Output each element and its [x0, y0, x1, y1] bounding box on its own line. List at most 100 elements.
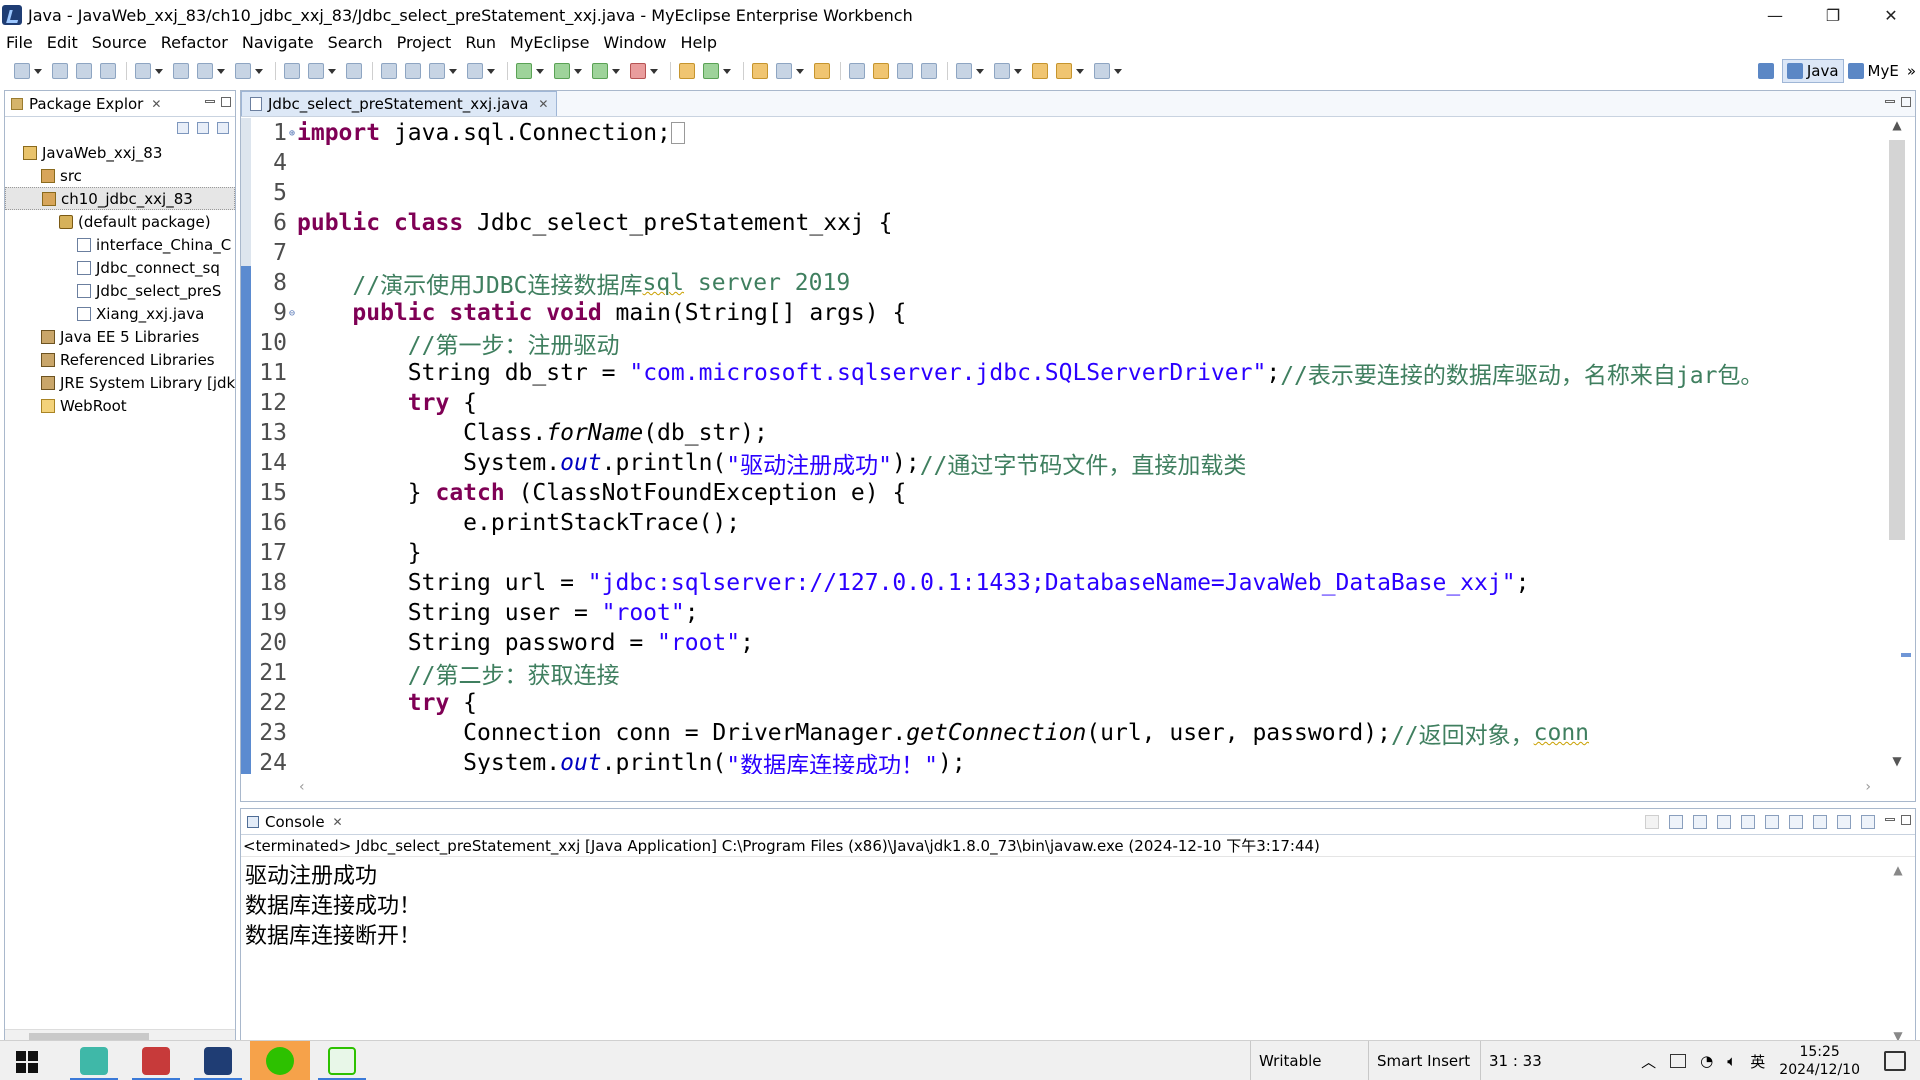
deploy-icon[interactable]	[197, 63, 213, 79]
new-class-dropdown-icon[interactable]	[449, 68, 457, 74]
java-perspective-button[interactable]: Java	[1781, 59, 1844, 83]
back-icon[interactable]	[1056, 63, 1072, 79]
show-on-stdout-icon[interactable]	[1765, 815, 1779, 829]
toggle-block-selection-icon[interactable]	[897, 63, 913, 79]
taskbar-app-myeclipse[interactable]	[188, 1041, 248, 1080]
restore-button[interactable]: ❐	[1804, 0, 1862, 30]
menu-run[interactable]: Run	[465, 33, 496, 52]
tree-node[interactable]: src	[5, 164, 235, 187]
menu-myeclipse[interactable]: MyEclipse	[510, 33, 589, 52]
minimize-view-icon[interactable]	[1885, 100, 1895, 103]
show-on-stderr-icon[interactable]	[1789, 815, 1803, 829]
terminal-icon[interactable]	[467, 63, 483, 79]
tree-node[interactable]: (default package)	[5, 210, 235, 233]
show-hidden-icons-chevron-icon[interactable]: ︿	[1641, 1051, 1656, 1072]
open-type-icon[interactable]	[284, 63, 300, 79]
notification-center-icon[interactable]	[1884, 1051, 1906, 1071]
menu-edit[interactable]: Edit	[47, 33, 78, 52]
toggle-breadcrumb-icon[interactable]	[849, 63, 865, 79]
tree-node[interactable]: JavaWeb_xxj_83	[5, 141, 235, 164]
remove-launch-icon[interactable]	[1669, 815, 1683, 829]
minimize-view-icon[interactable]	[1885, 818, 1895, 821]
close-button[interactable]: ✕	[1862, 0, 1920, 30]
tree-node[interactable]: Referenced Libraries	[5, 348, 235, 371]
menu-window[interactable]: Window	[603, 33, 666, 52]
minimize-button[interactable]: —	[1746, 0, 1804, 30]
new-project-dropdown-icon[interactable]	[155, 68, 163, 74]
collapse-all-icon[interactable]	[177, 122, 189, 134]
clock[interactable]: 15:25 2024/12/10	[1779, 1043, 1860, 1079]
new-java-class-icon[interactable]	[703, 63, 719, 79]
search-icon[interactable]	[776, 63, 792, 79]
editor-hscroll[interactable]: ‹ ›	[241, 775, 1881, 801]
next-annotation-dropdown-icon[interactable]	[976, 68, 984, 74]
server-icon[interactable]	[173, 63, 189, 79]
maximize-view-icon[interactable]	[221, 97, 231, 107]
run-dropdown-icon[interactable]	[574, 68, 582, 74]
myeclipse-perspective-button[interactable]: MyE	[1844, 59, 1903, 83]
coverage-dropdown-icon[interactable]	[612, 68, 620, 74]
external-tools-dropdown-icon[interactable]	[650, 68, 658, 74]
new-icon[interactable]	[14, 63, 30, 79]
menu-project[interactable]: Project	[397, 33, 452, 52]
show-whitespace-icon[interactable]	[921, 63, 937, 79]
external-tools-icon[interactable]	[630, 63, 646, 79]
forward-icon[interactable]	[1094, 63, 1110, 79]
ime-indicator[interactable]: 英	[1750, 1051, 1765, 1072]
coverage-icon[interactable]	[592, 63, 608, 79]
menu-navigate[interactable]: Navigate	[242, 33, 314, 52]
editor-tab-active[interactable]: Jdbc_select_preStatement_xxj.java ✕	[241, 91, 558, 116]
taskbar-app-toolbox[interactable]	[126, 1041, 186, 1080]
debug-dropdown-icon[interactable]	[536, 68, 544, 74]
maximize-view-icon[interactable]	[1901, 815, 1911, 825]
scroll-lock-icon[interactable]	[1741, 815, 1755, 829]
new-project-icon[interactable]	[135, 63, 151, 79]
open-resource-icon[interactable]	[308, 63, 324, 79]
fold-toggle-icon[interactable]: ⊖	[289, 308, 297, 319]
scroll-up-icon[interactable]: ▲	[1881, 863, 1915, 877]
close-icon[interactable]: ✕	[151, 97, 161, 111]
open-folder-icon[interactable]	[752, 63, 768, 79]
taskbar-app-wechat[interactable]	[250, 1041, 310, 1080]
console-tab[interactable]: Console ✕	[241, 813, 349, 831]
more-perspectives-button[interactable]: »	[1903, 59, 1920, 83]
open-console-icon[interactable]	[1861, 815, 1875, 829]
tree-node[interactable]: Jdbc_connect_sq	[5, 256, 235, 279]
next-annotation-icon[interactable]	[956, 63, 972, 79]
wifi-icon[interactable]: ◔	[1700, 1052, 1713, 1070]
debug-icon[interactable]	[516, 63, 532, 79]
console-output[interactable]: 驱动注册成功 数据库连接成功！ 数据库连接断开！	[241, 857, 1915, 949]
tree-node[interactable]: WebRoot	[5, 394, 235, 417]
back-dropdown-icon[interactable]	[1076, 68, 1084, 74]
overview-ruler-mark[interactable]	[1901, 653, 1911, 657]
save-icon[interactable]	[52, 63, 68, 79]
last-edit-location-icon[interactable]	[1032, 63, 1048, 79]
battery-icon[interactable]	[1670, 1054, 1687, 1068]
link-with-editor-icon[interactable]	[197, 122, 209, 134]
run-server-icon[interactable]	[235, 63, 251, 79]
toggle-mark-occurrences-icon[interactable]	[873, 63, 889, 79]
pin-console-icon[interactable]	[1813, 815, 1827, 829]
menu-file[interactable]: File	[6, 33, 33, 52]
print-icon[interactable]	[100, 63, 116, 79]
previous-annotation-icon[interactable]	[994, 63, 1010, 79]
clear-console-icon[interactable]	[1717, 815, 1731, 829]
scroll-right-icon[interactable]: ›	[1865, 779, 1871, 795]
run-icon[interactable]	[554, 63, 570, 79]
open-perspective-button[interactable]	[1754, 59, 1782, 83]
new-package-icon[interactable]	[679, 63, 695, 79]
terminate-icon[interactable]	[1645, 815, 1659, 829]
editor-vscroll[interactable]: ▲ ▼	[1879, 118, 1915, 774]
volume-icon[interactable]: 🔈︎	[1727, 1052, 1736, 1070]
build-icon[interactable]	[381, 63, 397, 79]
package-explorer-tab[interactable]: Package Explor ✕	[5, 91, 167, 117]
web-browser-icon[interactable]	[346, 63, 362, 79]
start-button[interactable]	[16, 1051, 38, 1073]
new-class-icon[interactable]	[429, 63, 445, 79]
close-icon[interactable]: ✕	[538, 97, 548, 111]
remove-all-terminated-icon[interactable]	[1693, 815, 1707, 829]
forward-dropdown-icon[interactable]	[1114, 68, 1122, 74]
close-icon[interactable]: ✕	[333, 815, 343, 829]
open-resource-dropdown-icon[interactable]	[328, 68, 336, 74]
run-server-dropdown-icon[interactable]	[255, 68, 263, 74]
